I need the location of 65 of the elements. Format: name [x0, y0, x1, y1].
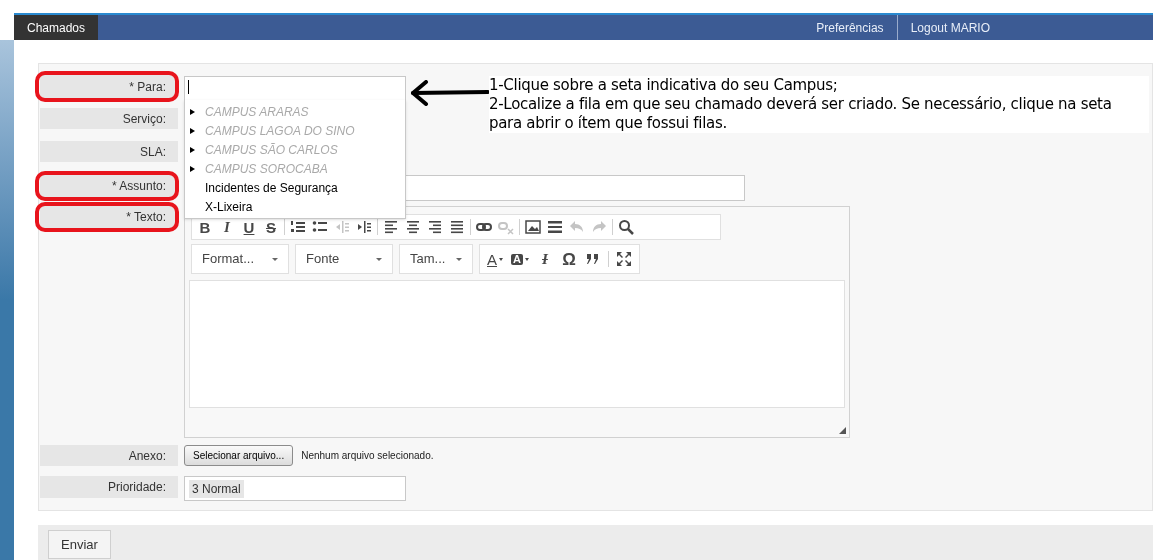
- option-label: CAMPUS ARARAS: [205, 103, 309, 121]
- queue-input[interactable]: [184, 75, 406, 101]
- choose-file-button[interactable]: Selecionar arquivo...: [184, 445, 294, 466]
- dropdown-value: Fonte: [306, 250, 340, 269]
- label-text: * Para:: [129, 78, 166, 96]
- expand-arrow-icon[interactable]: [190, 146, 195, 153]
- outdent-icon: [334, 219, 350, 235]
- text-cursor: [188, 80, 189, 94]
- broken-link-icon: [498, 219, 514, 235]
- dropdown-value: Tam...: [410, 250, 446, 269]
- label-text: SLA:: [140, 143, 166, 161]
- option-label: CAMPUS SÃO CARLOS: [205, 141, 338, 159]
- expand-arrow-icon[interactable]: [190, 165, 195, 172]
- option-label: Incidentes de Segurança: [204, 179, 338, 197]
- toolbar-button[interactable]: B: [194, 216, 216, 238]
- label-text: Serviço:: [122, 110, 166, 128]
- caret-icon: [499, 257, 503, 261]
- submit-button[interactable]: Enviar: [48, 530, 111, 559]
- format-dropdown[interactable]: Tam...: [399, 244, 473, 274]
- caret-icon: [524, 257, 529, 261]
- toolbar-button[interactable]: U: [238, 216, 260, 238]
- option-label: CAMPUS SOROCABA: [205, 160, 328, 178]
- option-label: X-Lixeira: [204, 198, 253, 216]
- annotation-text: 1-Clique sobre a seta indicativa do seu Campus;: [489, 76, 839, 95]
- label-text: * Texto:: [126, 209, 166, 226]
- format-dropdown[interactable]: Format...: [191, 244, 289, 274]
- caret-icon: [456, 257, 462, 261]
- align-center-icon: [405, 219, 421, 235]
- toolbar-button[interactable]: Ω: [557, 248, 580, 270]
- nav-link[interactable]: Preferências: [803, 15, 897, 40]
- toolbar-button[interactable]: I: [533, 248, 556, 270]
- priority-value: 3 Normal: [189, 479, 244, 498]
- numbered-list-icon: [290, 219, 306, 235]
- option-label: CAMPUS LAGOA DO SINO: [205, 122, 355, 140]
- annotation-text: 2-Localize a fila em que seu chamado deverá ser criado. Se necessário, clique na seta para abrir o ítem que fossui filas.: [489, 95, 1113, 133]
- align-left-icon: [383, 219, 399, 235]
- justify-icon: [449, 219, 465, 235]
- nav-link[interactable]: Chamados: [14, 15, 99, 40]
- label-text: Prioridade:: [107, 479, 166, 496]
- format-dropdown[interactable]: Fonte: [295, 244, 393, 274]
- toolbar-button[interactable]: A: [508, 248, 532, 270]
- toolbar-button[interactable]: S: [260, 216, 282, 238]
- label-text: * Assunto:: [111, 178, 166, 195]
- quote-icon: [584, 251, 601, 267]
- toolbar-button[interactable]: A: [484, 248, 506, 270]
- caret-icon: [272, 257, 278, 261]
- expand-arrow-icon[interactable]: [190, 108, 195, 115]
- resize-grip-icon[interactable]: [839, 427, 846, 434]
- caret-icon: [376, 257, 382, 261]
- indent-icon: [356, 219, 372, 235]
- align-right-icon: [427, 219, 443, 235]
- horizontal-rule-icon: [547, 219, 563, 235]
- nav-link[interactable]: Logout MARIO: [896, 15, 1003, 40]
- maximize-icon: [615, 251, 632, 267]
- queue-option[interactable]: Incidentes de Segurança: [185, 178, 405, 197]
- file-status: Nenhum arquivo selecionado.: [301, 449, 434, 463]
- queue-option[interactable]: X-Lixeira: [185, 197, 405, 216]
- label-text: Anexo:: [128, 447, 166, 465]
- bulleted-list-icon: [312, 219, 328, 235]
- search-icon: [618, 219, 634, 235]
- image-icon: [525, 219, 541, 235]
- dropdown-value: Format...: [202, 250, 254, 269]
- priority-field[interactable]: 3 Normal: [184, 476, 406, 501]
- expand-arrow-icon[interactable]: [190, 127, 195, 134]
- toolbar-button[interactable]: I: [216, 216, 238, 238]
